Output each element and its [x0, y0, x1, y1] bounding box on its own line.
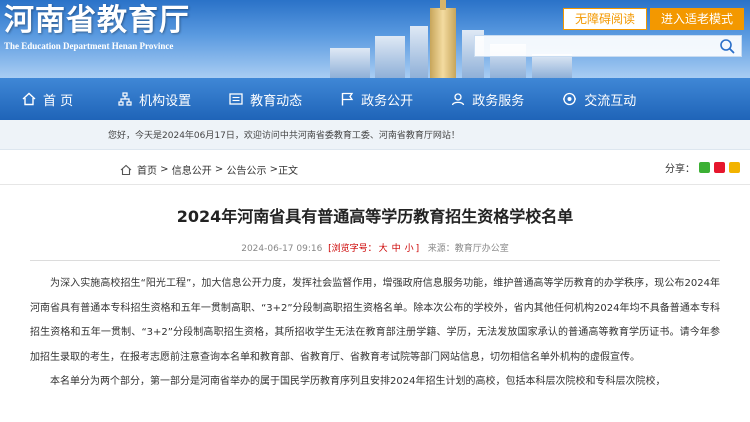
- article-title: 2024年河南省具有普通高等学历教育招生资格学校名单: [176, 207, 574, 226]
- chat-icon: [563, 92, 577, 106]
- accessible-reading-button[interactable]: 无障碍阅读: [563, 8, 647, 30]
- font-size-close: ]: [415, 244, 420, 254]
- breadcrumb-announcements[interactable]: 公告公示: [227, 162, 267, 177]
- nav-item-gov-affairs[interactable]: 政务公开: [340, 78, 413, 120]
- breadcrumb-separator: >: [157, 164, 172, 175]
- search-input[interactable]: [475, 37, 715, 58]
- logo-english-name: The Education Department Henan Province: [4, 41, 174, 51]
- nav-item-organization[interactable]: 机构设置: [118, 78, 191, 120]
- nav-item-label: 政务公开: [361, 93, 414, 109]
- search-icon[interactable]: [719, 38, 735, 54]
- title-divider: [30, 260, 720, 261]
- home-icon: [120, 164, 132, 175]
- elder-mode-button[interactable]: 进入适老模式: [650, 8, 744, 30]
- site-header: 河南省教育厅 The Education Department Henan Pr…: [0, 0, 750, 78]
- article-meta: 2024-06-17 09:16 [浏览字号：大中小] 来源：教育厅办公室: [0, 241, 750, 254]
- breadcrumb-current: 正文: [278, 166, 299, 177]
- font-size-medium-link[interactable]: 中: [392, 244, 401, 254]
- nav-item-label: 交流互动: [584, 93, 637, 109]
- welcome-message: 您好，今天是2024年06月17日，欢迎访问中共河南省委教育工委、河南省教育厅网…: [108, 128, 460, 141]
- search-box: [474, 35, 742, 58]
- article-paragraph: 本名单分为两个部分，第一部分是河南省举办的属于国民学历教育序列且安排2024年招…: [50, 376, 666, 387]
- nav-item-label: 教育动态: [250, 93, 303, 109]
- nav-item-label: 政务服务: [472, 93, 525, 109]
- nav-item-home[interactable]: 首 页: [22, 78, 73, 120]
- share-label: 分享：: [665, 164, 695, 175]
- logo-chinese-name: 河南省教育厅: [4, 3, 190, 38]
- service-icon: [452, 93, 465, 106]
- organization-icon: [118, 92, 132, 106]
- home-icon: [22, 92, 36, 106]
- breadcrumb: 首页 > 信息公开 > 公告公示 > 正文: [120, 162, 298, 177]
- font-size-large-link[interactable]: 大: [379, 244, 388, 254]
- article-source: 来源：教育厅办公室: [427, 244, 509, 254]
- nav-item-label: 首 页: [43, 93, 74, 109]
- breadcrumb-separator: >: [266, 164, 279, 175]
- qq-share-icon[interactable]: [729, 162, 740, 173]
- nav-item-interaction[interactable]: 交流互动: [562, 78, 636, 120]
- nav-item-services[interactable]: 政务服务: [451, 78, 524, 120]
- font-size-label: [浏览字号：: [328, 244, 377, 254]
- breadcrumb-bar: 首页 > 信息公开 > 公告公示 > 正文 分享：: [0, 151, 750, 185]
- weibo-share-icon[interactable]: [714, 162, 725, 173]
- nav-item-label: 机构设置: [139, 93, 192, 109]
- breadcrumb-separator: >: [211, 164, 227, 175]
- publish-date: 2024-06-17 09:16: [241, 244, 323, 254]
- share-bar: 分享：: [665, 160, 740, 175]
- today-date: 2024年06月17日: [162, 131, 235, 141]
- font-size-small-link[interactable]: 小: [405, 244, 414, 254]
- welcome-bar: 您好，今天是2024年06月17日，欢迎访问中共河南省委教育工委、河南省教育厅网…: [0, 120, 750, 150]
- welcome-prefix: 您好，今天是: [108, 131, 163, 141]
- breadcrumb-info-public[interactable]: 信息公开: [172, 162, 212, 177]
- news-icon: [229, 93, 243, 105]
- site-logo[interactable]: 河南省教育厅 The Education Department Henan Pr…: [4, 4, 190, 52]
- nav-item-news[interactable]: 教育动态: [229, 78, 302, 120]
- welcome-suffix: ，欢迎访问中共河南省委教育工委、河南省教育厅网站！: [234, 131, 460, 141]
- article-paragraph: 为深入实施高校招生“阳光工程”，加大信息公开力度，发挥社会监督作用，增强政府信息…: [30, 278, 720, 363]
- article-body: 为深入实施高校招生“阳光工程”，加大信息公开力度，发挥社会监督作用，增强政府信息…: [30, 272, 720, 395]
- wechat-share-icon[interactable]: [699, 162, 710, 173]
- breadcrumb-home[interactable]: 首页: [137, 162, 157, 177]
- flag-icon: [341, 92, 354, 106]
- main-nav: 首 页 机构设置 教育动态 政务公开 政务服务 交流互动: [0, 78, 750, 120]
